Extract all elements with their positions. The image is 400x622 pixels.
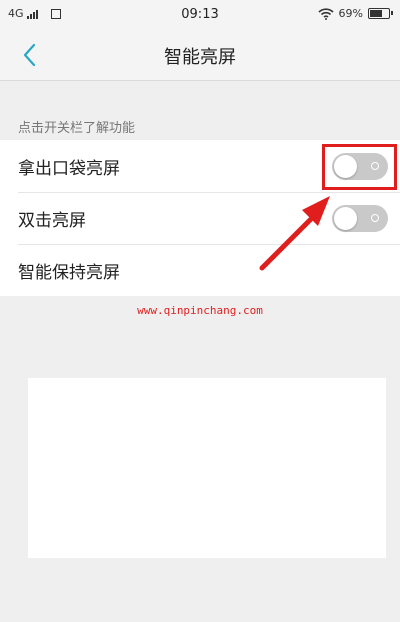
- setting-label: 拿出口袋亮屏: [18, 159, 120, 179]
- battery-percent: 69%: [338, 7, 363, 20]
- toggle-off-icon: [371, 214, 379, 222]
- page-title: 智能亮屏: [164, 47, 236, 68]
- setting-label: 双击亮屏: [18, 211, 86, 231]
- double-tap-wake-toggle[interactable]: [332, 205, 388, 232]
- wifi-icon: [317, 7, 334, 20]
- battery-icon: [368, 8, 393, 19]
- section-header: 点击开关栏了解功能: [18, 121, 136, 136]
- setting-row-double-tap-wake[interactable]: 双击亮屏: [0, 192, 400, 244]
- setting-row-smart-stay-awake[interactable]: 智能保持亮屏: [0, 244, 400, 296]
- highlight-box: [322, 144, 397, 190]
- watermark: www.qinpinchang.com: [137, 304, 263, 317]
- blank-panel: [28, 378, 386, 558]
- status-bar: 4G 09:13 69%: [0, 0, 400, 30]
- setting-label: 智能保持亮屏: [18, 263, 120, 283]
- battery-fill: [370, 10, 382, 17]
- toggle-knob: [334, 207, 357, 230]
- nav-bar: 智能亮屏: [0, 30, 400, 81]
- status-right: 69%: [317, 7, 393, 20]
